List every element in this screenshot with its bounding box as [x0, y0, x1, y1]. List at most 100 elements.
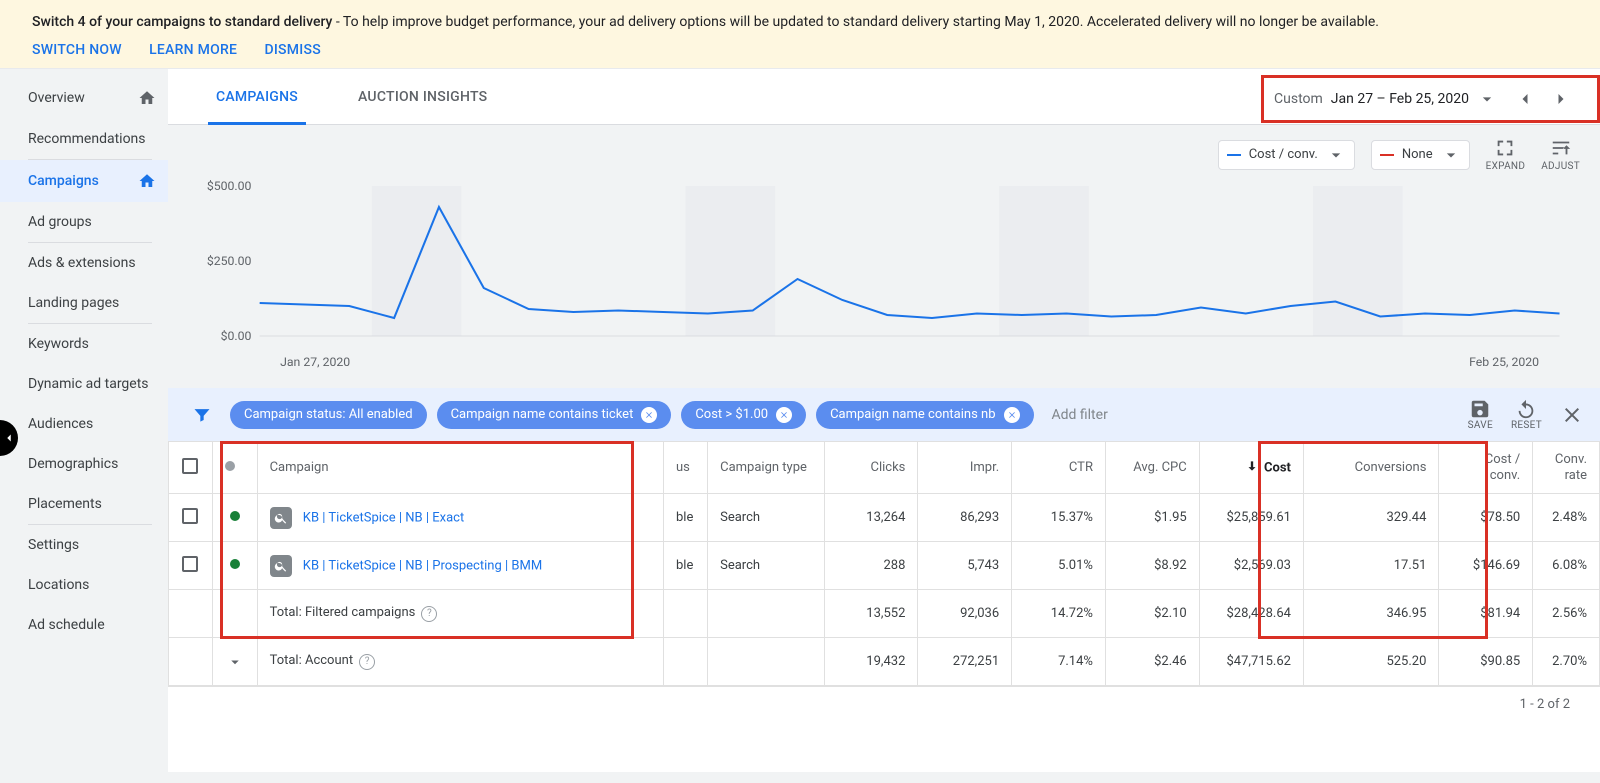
row-checkbox[interactable] — [169, 494, 213, 542]
header-status[interactable] — [212, 442, 257, 494]
row-cost: $2,569.03 — [1199, 542, 1303, 590]
row-clicks: 13,264 — [824, 494, 918, 542]
header-checkbox[interactable] — [169, 442, 213, 494]
tab-campaigns[interactable]: CAMPAIGNS — [216, 69, 298, 125]
inspect-icon[interactable] — [270, 555, 292, 577]
metric-2-select[interactable]: None — [1371, 140, 1470, 170]
sidebar-item-dynamic-ad-targets[interactable]: Dynamic ad targets — [0, 364, 168, 404]
filter-chip[interactable]: Campaign status: All enabled — [230, 401, 427, 429]
line-chart: $500.00$250.00$0.00Jan 27, 2020Feb 25, 2… — [188, 176, 1580, 376]
sidebar-item-locations[interactable]: Locations — [0, 565, 168, 605]
header-campaign-type[interactable]: Campaign type — [708, 442, 824, 494]
chip-label: Campaign name contains ticket — [451, 407, 634, 422]
header-conv-rate[interactable]: Conv.rate — [1533, 442, 1600, 494]
sidebar-item-ad-groups[interactable]: Ad groups — [0, 202, 168, 242]
header-conversions[interactable]: Conversions — [1303, 442, 1438, 494]
chip-remove-icon[interactable] — [776, 407, 792, 423]
total-conv-rate: 2.56% — [1533, 590, 1600, 638]
sidebar-item-keywords[interactable]: Keywords — [0, 324, 168, 364]
tab-auction-insights[interactable]: AUCTION INSIGHTS — [358, 69, 487, 125]
row-status[interactable] — [212, 494, 257, 542]
home-icon — [138, 172, 156, 190]
home-icon — [138, 89, 156, 107]
inspect-icon[interactable] — [270, 507, 292, 529]
sidebar: Overview Recommendations Campaigns Ad gr… — [0, 69, 168, 772]
row-status[interactable] — [212, 542, 257, 590]
notification-banner: Switch 4 of your campaigns to standard d… — [0, 0, 1600, 69]
svg-text:$0.00: $0.00 — [221, 329, 252, 343]
header-clicks[interactable]: Clicks — [824, 442, 918, 494]
header-impr[interactable]: Impr. — [918, 442, 1012, 494]
sidebar-item-demographics[interactable]: Demographics — [0, 444, 168, 484]
date-prev-button[interactable] — [1507, 81, 1543, 117]
chip-remove-icon[interactable] — [1004, 407, 1020, 423]
total-cost-per-conv: $81.94 — [1439, 590, 1533, 638]
date-next-button[interactable] — [1543, 81, 1579, 117]
sidebar-item-campaigns[interactable]: Campaigns — [0, 160, 168, 202]
date-range-picker[interactable]: Custom Jan 27 – Feb 25, 2020 — [1264, 89, 1507, 109]
total-cost: $28,428.64 — [1199, 590, 1303, 638]
help-icon[interactable]: ? — [359, 654, 375, 670]
row-cost-per-conv: $78.50 — [1439, 494, 1533, 542]
sidebar-item-placements[interactable]: Placements — [0, 484, 168, 524]
sidebar-item-audiences[interactable]: Audiences — [0, 404, 168, 444]
sidebar-item-ads-extensions[interactable]: Ads & extensions — [0, 243, 168, 283]
add-filter-input[interactable]: Add filter — [1052, 407, 1108, 423]
campaign-link[interactable]: KB | TicketSpice | NB | Prospecting | BM… — [303, 558, 542, 573]
sidebar-item-settings[interactable]: Settings — [0, 525, 168, 565]
campaign-link[interactable]: KB | TicketSpice | NB | Exact — [303, 510, 464, 525]
pagination: 1 - 2 of 2 — [168, 686, 1600, 722]
reset-label: RESET — [1511, 420, 1542, 431]
sidebar-item-overview[interactable]: Overview — [0, 77, 168, 119]
expand-row-icon[interactable] — [226, 653, 244, 671]
header-cost[interactable]: Cost — [1199, 442, 1303, 494]
dismiss-link[interactable]: DISMISS — [264, 42, 321, 58]
chevron-down-icon — [1441, 145, 1461, 165]
sidebar-item-label: Audiences — [28, 416, 93, 432]
filter-chip[interactable]: Cost > $1.00 — [681, 401, 806, 429]
header-cost-per-conv[interactable]: Cost /conv. — [1439, 442, 1533, 494]
header-status-text-cut[interactable]: us — [663, 442, 707, 494]
total-cost: $47,715.62 — [1199, 638, 1303, 686]
reset-filter-button[interactable]: RESET — [1511, 398, 1542, 431]
sidebar-item-ad-schedule[interactable]: Ad schedule — [0, 605, 168, 645]
row-conv-rate: 2.48% — [1533, 494, 1600, 542]
row-campaign-name: KB | TicketSpice | NB | Exact — [257, 494, 663, 542]
header-ctr[interactable]: CTR — [1012, 442, 1106, 494]
header-avg-cpc[interactable]: Avg. CPC — [1105, 442, 1199, 494]
save-filter-button[interactable]: SAVE — [1468, 398, 1493, 431]
row-impr: 5,743 — [918, 542, 1012, 590]
row-ctr: 15.37% — [1012, 494, 1106, 542]
sidebar-item-label: Placements — [28, 496, 102, 512]
row-avg-cpc: $8.92 — [1105, 542, 1199, 590]
sidebar-item-label: Ads & extensions — [28, 255, 136, 271]
row-checkbox[interactable] — [169, 542, 213, 590]
sidebar-item-recommendations[interactable]: Recommendations — [0, 119, 168, 159]
sidebar-item-label: Overview — [28, 90, 85, 106]
filter-icon[interactable] — [184, 405, 220, 425]
sidebar-item-label: Locations — [28, 577, 89, 593]
learn-more-link[interactable]: LEARN MORE — [149, 42, 237, 58]
expand-chart-button[interactable]: EXPAND — [1486, 137, 1526, 172]
row-type: Search — [708, 542, 824, 590]
save-label: SAVE — [1468, 420, 1493, 431]
banner-rest: - To help improve budget performance, yo… — [332, 14, 1379, 30]
close-filter-icon[interactable] — [1560, 403, 1584, 427]
metric-1-select[interactable]: Cost / conv. — [1218, 140, 1355, 170]
filter-chip[interactable]: Campaign name contains nb — [816, 401, 1033, 429]
help-icon[interactable]: ? — [421, 606, 437, 622]
row-campaign-name: KB | TicketSpice | NB | Prospecting | BM… — [257, 542, 663, 590]
chip-remove-icon[interactable] — [641, 407, 657, 423]
filter-chip[interactable]: Campaign name contains ticket — [437, 401, 672, 429]
sidebar-item-label: Ad groups — [28, 214, 92, 230]
adjust-chart-button[interactable]: ADJUST — [1541, 137, 1580, 172]
header-campaign[interactable]: Campaign — [257, 442, 663, 494]
sidebar-item-landing-pages[interactable]: Landing pages — [0, 283, 168, 323]
switch-now-link[interactable]: SWITCH NOW — [32, 42, 122, 58]
chip-label: Campaign status: All enabled — [244, 407, 413, 422]
metric-2-color-icon — [1380, 154, 1394, 156]
total-clicks: 13,552 — [824, 590, 918, 638]
expand-icon — [1494, 137, 1516, 159]
table-total-row: Total: Account? 19,432 272,251 7.14% $2.… — [169, 638, 1600, 686]
chevron-down-icon — [1326, 145, 1346, 165]
